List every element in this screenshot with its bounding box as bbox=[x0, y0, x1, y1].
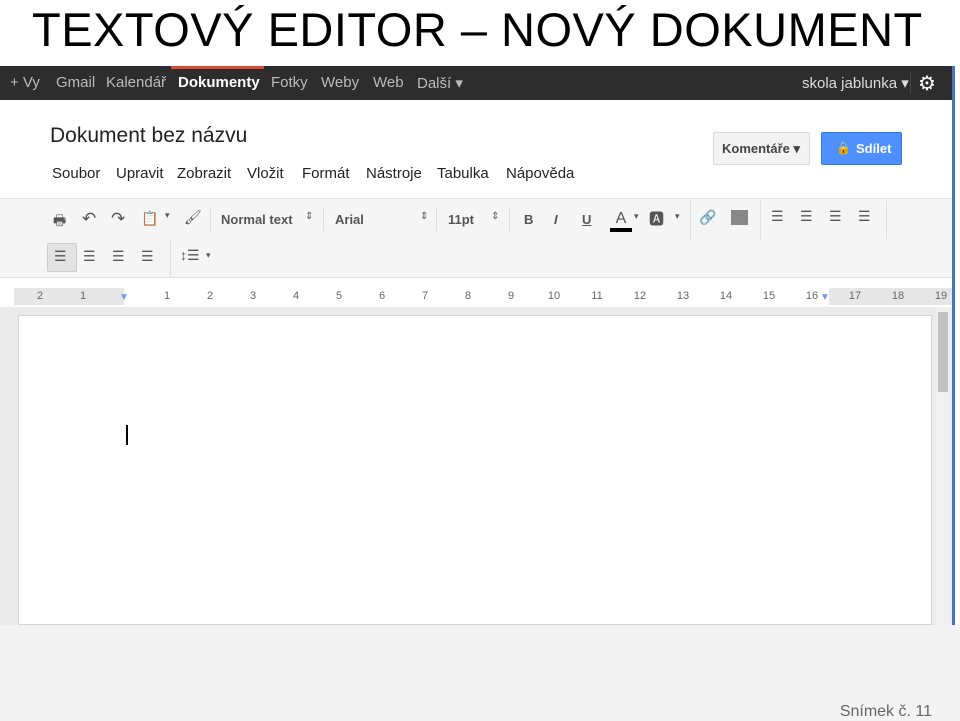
ruler-label: 14 bbox=[719, 290, 733, 302]
link-icon[interactable]: 🔗 bbox=[699, 209, 716, 226]
ruler-label: 17 bbox=[848, 290, 862, 302]
undo-icon[interactable]: ↶ bbox=[82, 209, 96, 229]
ruler[interactable]: ▼ ▼ 2 1 1 2 3 4 5 6 7 8 9 10 11 12 13 14 15 16 17 18 19 bbox=[14, 288, 952, 305]
highlight-color-icon[interactable]: 🅰 bbox=[649, 208, 664, 229]
document-page[interactable] bbox=[18, 315, 932, 625]
document-canvas bbox=[0, 307, 952, 625]
ruler-label: 5 bbox=[335, 290, 343, 302]
google-docs-screenshot: + Vy Gmail Kalendář Dokumenty Fotky Weby… bbox=[0, 66, 955, 625]
ruler-label: 4 bbox=[292, 290, 300, 302]
ruler-label: 11 bbox=[591, 290, 603, 302]
size-select[interactable]: 11pt bbox=[448, 212, 474, 227]
gbar-weby[interactable]: Weby bbox=[321, 74, 359, 91]
gbar-gmail[interactable]: Gmail bbox=[56, 74, 95, 91]
ruler-label: 18 bbox=[891, 290, 905, 302]
toolbar: 🖶 ↶ ↷ 📋 ▾ 🖌 Normal text ⇕ Arial ⇕ 11pt ⇕… bbox=[0, 198, 952, 278]
scrollbar-thumb[interactable] bbox=[938, 312, 948, 392]
updown-icon: ⇕ bbox=[305, 211, 314, 222]
ruler-label: 2 bbox=[206, 290, 214, 302]
scrollbar[interactable] bbox=[936, 307, 950, 625]
justify-icon[interactable]: ☰ bbox=[141, 248, 154, 265]
ruler-label: 12 bbox=[633, 290, 647, 302]
gbar-fotky[interactable]: Fotky bbox=[271, 74, 308, 91]
ruler-label: 16 bbox=[805, 290, 819, 302]
chevron-down-icon[interactable]: ▾ bbox=[165, 210, 170, 221]
account-menu[interactable]: skola jablunka ▾ bbox=[802, 74, 909, 92]
chevron-down-icon[interactable]: ▾ bbox=[634, 211, 639, 222]
ruler-label: 3 bbox=[249, 290, 257, 302]
ruler-label: 10 bbox=[547, 290, 561, 302]
divider bbox=[910, 72, 911, 94]
ruler-label: 7 bbox=[421, 290, 429, 302]
gear-icon[interactable]: ⚙ bbox=[918, 71, 936, 96]
lock-icon: 🔒 bbox=[836, 141, 851, 155]
ruler-label: 6 bbox=[378, 290, 386, 302]
ruler-label: 1 bbox=[79, 290, 87, 302]
paste-icon[interactable]: 📋 bbox=[141, 210, 158, 227]
slide-title: TEXTOVÝ EDITOR – NOVÝ DOKUMENT bbox=[32, 3, 923, 56]
menu-zobrazit[interactable]: Zobrazit bbox=[177, 165, 231, 182]
decrease-indent-icon[interactable]: ☰ bbox=[829, 208, 842, 225]
menu-soubor[interactable]: Soubor bbox=[52, 165, 100, 182]
ruler-label: 9 bbox=[507, 290, 515, 302]
align-right-icon[interactable]: ☰ bbox=[112, 248, 125, 265]
bold-button[interactable]: B bbox=[524, 212, 533, 227]
numbered-list-icon[interactable]: ☰ bbox=[771, 208, 784, 225]
updown-icon: ⇕ bbox=[491, 211, 500, 222]
gbar-web[interactable]: Web bbox=[373, 74, 404, 91]
menu-nastroje[interactable]: Nástroje bbox=[366, 165, 422, 182]
active-tab-indicator bbox=[171, 66, 264, 69]
underline-button[interactable]: U bbox=[582, 212, 591, 227]
gbar-vy[interactable]: + Vy bbox=[10, 74, 40, 91]
align-left-icon: ☰ bbox=[54, 248, 67, 264]
increase-indent-icon[interactable]: ☰ bbox=[858, 208, 871, 225]
gbar-dalsi[interactable]: Další ▾ bbox=[417, 74, 463, 92]
google-bar: + Vy Gmail Kalendář Dokumenty Fotky Weby… bbox=[0, 66, 952, 100]
print-icon[interactable]: 🖶 bbox=[53, 210, 66, 234]
text-color-button[interactable]: A bbox=[610, 210, 632, 232]
text-cursor bbox=[126, 425, 128, 445]
updown-icon: ⇕ bbox=[420, 211, 429, 222]
style-select[interactable]: Normal text bbox=[221, 212, 293, 227]
slide-number: Snímek č. 11 bbox=[839, 703, 932, 720]
gbar-kalendar[interactable]: Kalendář bbox=[106, 74, 166, 91]
ruler-label: 15 bbox=[762, 290, 776, 302]
ruler-label: 19 bbox=[934, 290, 948, 302]
slide-footer: Snímek č. 11 bbox=[0, 625, 960, 721]
left-indent-marker[interactable]: ▼ bbox=[119, 292, 129, 303]
document-title[interactable]: Dokument bez názvu bbox=[50, 124, 247, 148]
comments-button[interactable]: Komentáře ▾ bbox=[713, 132, 810, 165]
menu-vlozit[interactable]: Vložit bbox=[247, 165, 284, 182]
gbar-dokumenty[interactable]: Dokumenty bbox=[178, 74, 260, 91]
menu-format[interactable]: Formát bbox=[302, 165, 350, 182]
menu-upravit[interactable]: Upravit bbox=[116, 165, 164, 182]
redo-icon[interactable]: ↷ bbox=[111, 209, 125, 229]
share-label: Sdílet bbox=[856, 141, 892, 156]
ruler-label: 13 bbox=[676, 290, 690, 302]
italic-button[interactable]: I bbox=[554, 212, 558, 227]
paint-format-icon[interactable]: 🖌 bbox=[184, 209, 202, 226]
ruler-label: 8 bbox=[464, 290, 472, 302]
share-button[interactable]: 🔒 Sdílet bbox=[821, 132, 902, 165]
font-select[interactable]: Arial bbox=[335, 212, 364, 227]
right-indent-marker[interactable]: ▼ bbox=[820, 292, 830, 303]
chevron-down-icon[interactable]: ▾ bbox=[206, 250, 211, 261]
chevron-down-icon[interactable]: ▾ bbox=[675, 211, 680, 222]
bulleted-list-icon[interactable]: ☰ bbox=[800, 208, 813, 225]
align-center-icon[interactable]: ☰ bbox=[83, 248, 96, 265]
ruler-label: 2 bbox=[36, 290, 44, 302]
image-icon[interactable] bbox=[731, 210, 748, 225]
line-spacing-icon[interactable]: ↕☰ bbox=[180, 247, 200, 264]
ruler-label: 1 bbox=[163, 290, 171, 302]
menu-napoveda[interactable]: Nápověda bbox=[506, 165, 574, 182]
menu-tabulka[interactable]: Tabulka bbox=[437, 165, 489, 182]
